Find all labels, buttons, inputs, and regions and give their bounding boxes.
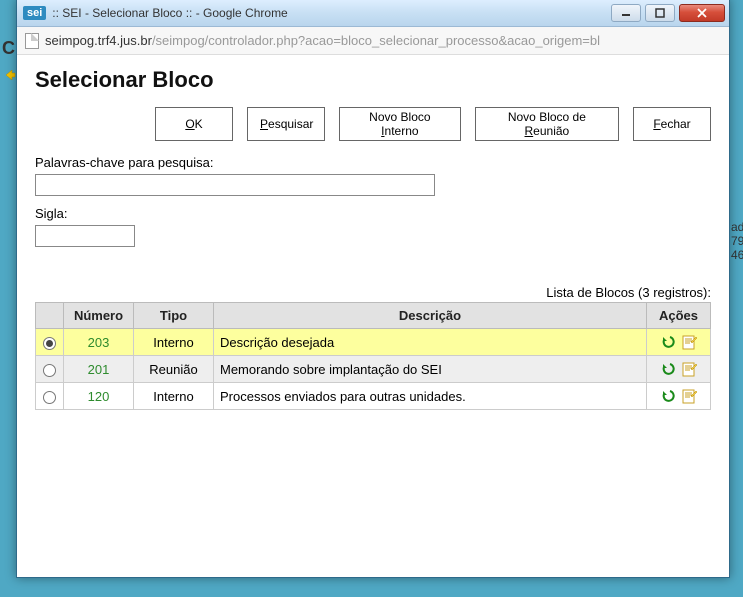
ok-button[interactable]: OK [155,107,233,141]
keywords-label: Palavras-chave para pesquisa: [35,155,711,170]
browser-window: sei :: SEI - Selecionar Bloco :: - Googl… [16,0,730,578]
bloco-descricao: Descrição desejada [214,329,647,356]
sigla-input[interactable] [35,225,135,247]
edit-icon[interactable] [682,334,698,350]
edit-icon[interactable] [682,361,698,377]
novo-bloco-reuniao-button[interactable]: Novo Bloco de Reunião [475,107,619,141]
blocos-table: Número Tipo Descrição Ações 203 InternoDe… [35,302,711,410]
window-minimize-button[interactable] [611,4,641,22]
pesquisar-button[interactable]: Pesquisar [247,107,325,141]
edit-icon[interactable] [682,388,698,404]
window-close-button[interactable] [679,4,725,22]
col-tipo: Tipo [134,303,214,329]
page-icon [25,33,39,49]
page-title: Selecionar Bloco [35,67,711,93]
bloco-descricao: Processos enviados para outras unidades. [214,383,647,410]
row-radio[interactable] [43,364,56,377]
bloco-numero-link[interactable]: 120 [88,389,110,404]
return-icon[interactable] [660,388,676,404]
bloco-numero-link[interactable]: 201 [88,362,110,377]
table-row: 201 ReuniãoMemorando sobre implantação do… [36,356,711,383]
fechar-button[interactable]: Fechar [633,107,711,141]
return-icon[interactable] [660,361,676,377]
bloco-descricao: Memorando sobre implantação do SEI [214,356,647,383]
window-maximize-button[interactable] [645,4,675,22]
return-icon[interactable] [660,334,676,350]
col-numero: Número [64,303,134,329]
row-radio[interactable] [43,391,56,404]
window-title: :: SEI - Selecionar Bloco :: - Google Ch… [52,6,287,20]
bg-letter: C [2,38,15,59]
table-row: 120 InternoProcessos enviados para outras… [36,383,711,410]
window-titlebar: sei :: SEI - Selecionar Bloco :: - Googl… [17,0,729,27]
sigla-label: Sigla: [35,206,711,221]
action-button-row: OK Pesquisar Novo Bloco Interno Novo Blo… [155,107,711,141]
bg-fragments: ad 79 46 [731,220,743,262]
col-acoes: Ações [647,303,711,329]
novo-bloco-interno-button[interactable]: Novo Bloco Interno [339,107,461,141]
app-badge: sei [23,6,46,20]
bloco-tipo: Reunião [134,356,214,383]
page-content: Selecionar Bloco OK Pesquisar Novo Bloco… [17,55,729,422]
table-caption: Lista de Blocos (3 registros): [35,285,711,300]
keywords-input[interactable] [35,174,435,196]
bg-arrow-icon [4,68,16,85]
bloco-tipo: Interno [134,383,214,410]
row-radio[interactable] [43,337,56,350]
col-descricao: Descrição [214,303,647,329]
bloco-tipo: Interno [134,329,214,356]
url-text: seimpog.trf4.jus.br/seimpog/controlador.… [45,33,600,48]
table-row: 203 InternoDescrição desejada [36,329,711,356]
bloco-numero-link[interactable]: 203 [88,335,110,350]
address-bar[interactable]: seimpog.trf4.jus.br/seimpog/controlador.… [17,27,729,55]
